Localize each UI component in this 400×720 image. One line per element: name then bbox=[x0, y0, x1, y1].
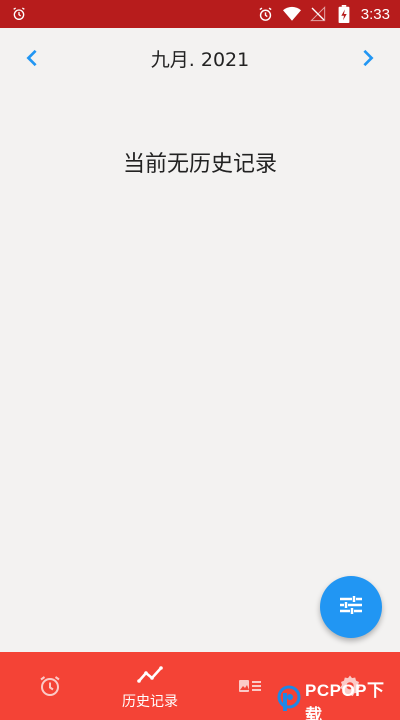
trending-icon bbox=[137, 662, 163, 688]
chevron-right-icon[interactable] bbox=[354, 44, 382, 72]
status-right: 3:33 bbox=[257, 5, 390, 23]
status-time: 3:33 bbox=[360, 5, 390, 23]
alarm-icon bbox=[257, 5, 275, 23]
gear-icon bbox=[337, 673, 363, 699]
wifi-icon bbox=[282, 5, 301, 23]
battery-charging-icon bbox=[335, 5, 353, 23]
status-left bbox=[10, 5, 28, 23]
bottom-navigation: 历史记录 bbox=[0, 652, 400, 720]
nav-item-alarm[interactable] bbox=[0, 652, 100, 720]
alarm-icon bbox=[10, 5, 28, 23]
no-signal-icon bbox=[309, 5, 327, 23]
nav-item-history[interactable]: 历史记录 bbox=[100, 652, 200, 720]
photo-list-icon bbox=[237, 673, 263, 699]
status-bar: 3:33 bbox=[0, 0, 400, 28]
filter-fab-button[interactable] bbox=[320, 576, 382, 638]
empty-state-message: 当前无历史记录 bbox=[122, 152, 277, 177]
screen: 3:33 九月. 2021 当前无历史记录 历史记录 PCPOP下载 bbox=[0, 0, 400, 720]
alarm-icon bbox=[37, 673, 63, 699]
month-label: 九月. 2021 bbox=[150, 48, 250, 71]
nav-item-media[interactable] bbox=[200, 652, 300, 720]
nav-label-history: 历史记录 bbox=[122, 693, 178, 710]
month-header: 九月. 2021 bbox=[0, 28, 400, 88]
nav-item-settings[interactable] bbox=[300, 652, 400, 720]
chevron-left-icon[interactable] bbox=[18, 44, 46, 72]
tune-icon bbox=[338, 593, 364, 621]
